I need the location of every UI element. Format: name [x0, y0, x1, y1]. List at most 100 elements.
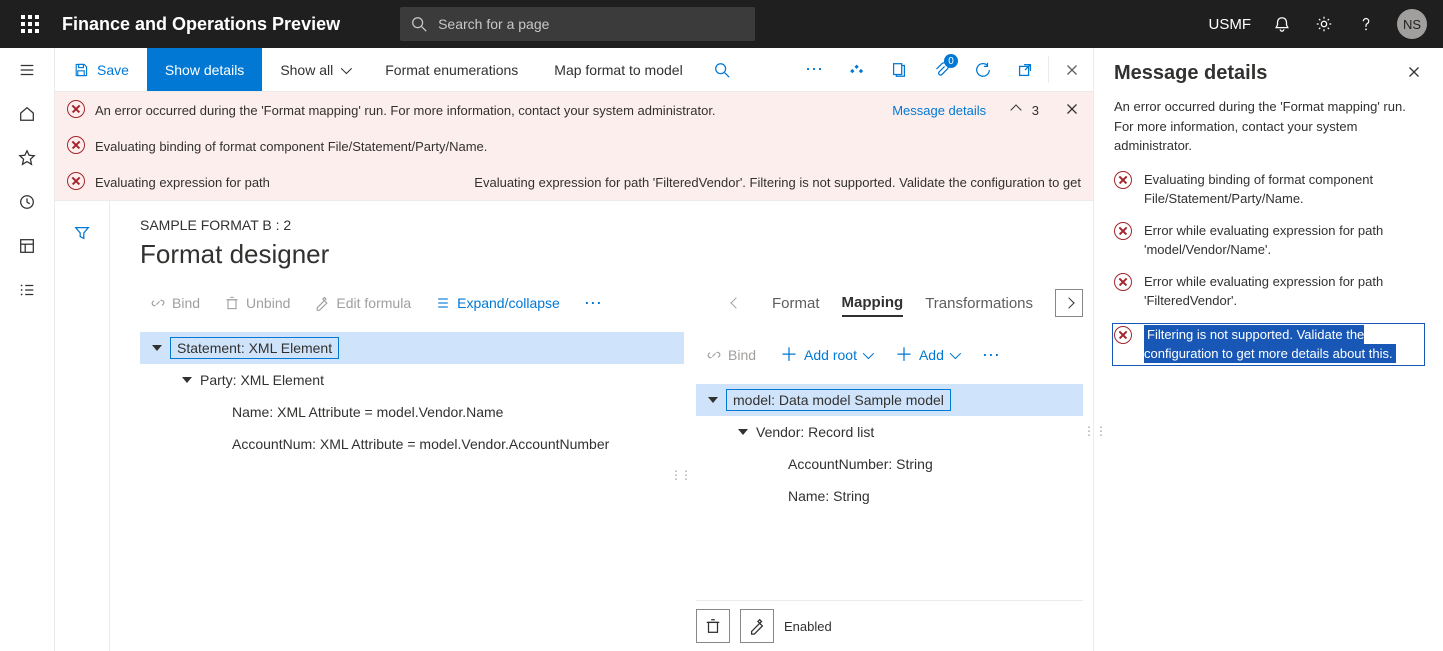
tab-nav-next-icon[interactable] — [1055, 289, 1083, 317]
tab-format[interactable]: Format — [772, 291, 820, 316]
workspaces-icon[interactable] — [0, 224, 55, 268]
recent-clock-icon[interactable] — [0, 180, 55, 224]
message-row-1: An error occurred during the 'Format map… — [55, 92, 1093, 128]
search-placeholder: Search for a page — [438, 16, 549, 32]
filter-funnel-icon[interactable] — [55, 211, 109, 255]
format-tree-pane: Bind Unbind Edit formula Expand/collapse… — [140, 284, 684, 651]
mapping-tabs-bar: Format Mapping Transformations — [696, 284, 1083, 322]
refresh-icon[interactable] — [962, 48, 1004, 91]
home-icon[interactable] — [0, 92, 55, 136]
tree-node-model[interactable]: model: Data model Sample model — [696, 384, 1083, 416]
search-in-form-icon[interactable] — [701, 48, 743, 91]
overflow-menu-icon[interactable]: ⋯ — [794, 48, 836, 91]
error-icon — [1114, 222, 1132, 246]
format-tree-toolbar: Bind Unbind Edit formula Expand/collapse… — [140, 284, 684, 322]
enabled-label: Enabled — [784, 619, 832, 634]
tab-nav-prev-icon[interactable] — [722, 289, 750, 317]
close-form-icon[interactable] — [1051, 48, 1093, 91]
mapping-pane: Format Mapping Transformations Bind ＋Add… — [696, 284, 1083, 651]
message-details-panel: Message details An error occurred during… — [1093, 48, 1443, 651]
breadcrumb: SAMPLE FORMAT B : 2 — [140, 217, 1063, 233]
tree-node-name[interactable]: Name: String — [696, 480, 1083, 512]
tree-node-vendor[interactable]: Vendor: Record list — [696, 416, 1083, 448]
filter-column — [55, 201, 110, 651]
app-title: Finance and Operations Preview — [62, 14, 340, 35]
format-tree: Statement: XML Element Party: XML Elemen… — [140, 322, 684, 470]
message-text-lead: Evaluating expression for path — [95, 175, 270, 190]
format-enumerations-button[interactable]: Format enumerations — [367, 48, 536, 91]
format-designer: SAMPLE FORMAT B : 2 Format designer Bind… — [110, 201, 1093, 651]
nav-rail — [0, 48, 55, 651]
model-tree: model: Data model Sample model Vendor: R… — [696, 374, 1083, 522]
save-button[interactable]: Save — [55, 48, 147, 91]
attachments-count: 0 — [944, 54, 958, 68]
chevron-down-icon — [341, 62, 352, 73]
details-title: Message details — [1114, 62, 1405, 85]
tree-node-name-attr[interactable]: Name: XML Attribute = model.Vendor.Name — [140, 396, 684, 428]
user-avatar[interactable]: NS — [1397, 9, 1427, 39]
bind-button[interactable]: Bind — [140, 287, 210, 319]
tab-transformations[interactable]: Transformations — [925, 291, 1033, 316]
chevron-down-icon — [863, 348, 874, 359]
error-icon — [67, 172, 85, 193]
edit-formula-button[interactable]: Edit formula — [304, 287, 421, 319]
attachments-icon[interactable]: 0 — [920, 48, 962, 91]
tree-node-accountnum-attr[interactable]: AccountNum: XML Attribute = model.Vendor… — [140, 428, 684, 460]
error-icon — [1114, 171, 1132, 195]
command-bar: Save Show details Show all Format enumer… — [55, 48, 1093, 92]
search-input[interactable]: Search for a page — [400, 7, 755, 41]
favorites-star-icon[interactable] — [0, 136, 55, 180]
bind-button-right[interactable]: Bind — [696, 339, 766, 371]
help-icon[interactable] — [1345, 0, 1387, 48]
app-launcher-icon[interactable] — [6, 0, 54, 48]
notifications-icon[interactable] — [1261, 0, 1303, 48]
tab-mapping[interactable]: Mapping — [842, 290, 904, 317]
message-text-trail: Evaluating expression for path 'Filtered… — [474, 175, 1081, 190]
message-text: Evaluating binding of format component F… — [95, 139, 487, 154]
edit-icon[interactable] — [740, 609, 774, 643]
more-actions-icon[interactable]: ⋯ — [972, 339, 1012, 371]
save-icon — [73, 62, 89, 78]
chevron-down-icon — [950, 348, 961, 359]
page-options-icon[interactable] — [878, 48, 920, 91]
page-title: Format designer — [140, 239, 1063, 270]
main-area: Save Show details Show all Format enumer… — [55, 48, 1093, 651]
tree-node-accountnumber[interactable]: AccountNumber: String — [696, 448, 1083, 480]
message-text: An error occurred during the 'Format map… — [95, 103, 716, 118]
top-header: Finance and Operations Preview Search fo… — [0, 0, 1443, 48]
panel-resize-handle[interactable]: ⋮⋮ — [1083, 284, 1093, 651]
unbind-button[interactable]: Unbind — [214, 287, 300, 319]
gear-icon[interactable] — [1303, 0, 1345, 48]
personalize-icon[interactable] — [836, 48, 878, 91]
mapping-toolbar: Bind ＋Add root ＋Add ⋯ — [696, 336, 1083, 374]
message-strip: An error occurred during the 'Format map… — [55, 92, 1093, 201]
show-all-button[interactable]: Show all — [262, 48, 367, 91]
search-icon — [410, 15, 428, 33]
tree-node-statement[interactable]: Statement: XML Element — [140, 332, 684, 364]
more-actions-icon[interactable]: ⋯ — [574, 287, 614, 319]
dismiss-messages-icon[interactable] — [1063, 100, 1081, 121]
message-row-3: Evaluating expression for path Evaluatin… — [55, 164, 1093, 200]
popout-icon[interactable] — [1004, 48, 1046, 91]
save-label: Save — [97, 62, 129, 78]
details-intro: An error occurred during the 'Format map… — [1114, 97, 1423, 156]
company-code[interactable]: USMF — [1199, 16, 1262, 33]
tree-node-party[interactable]: Party: XML Element — [140, 364, 684, 396]
delete-icon[interactable] — [696, 609, 730, 643]
message-details-link[interactable]: Message details — [892, 103, 986, 118]
property-bar: Enabled — [696, 600, 1083, 651]
hamburger-icon[interactable] — [0, 48, 55, 92]
detail-item: Error while evaluating expression for pa… — [1114, 221, 1423, 260]
modules-list-icon[interactable] — [0, 268, 55, 312]
expand-messages-button[interactable]: 3 — [1012, 103, 1039, 118]
add-button[interactable]: ＋Add — [885, 339, 968, 371]
close-details-icon[interactable] — [1405, 63, 1423, 84]
expand-collapse-button[interactable]: Expand/collapse — [425, 287, 570, 319]
add-root-button[interactable]: ＋Add root — [770, 339, 881, 371]
show-details-button[interactable]: Show details — [147, 48, 262, 91]
map-format-to-model-button[interactable]: Map format to model — [536, 48, 700, 91]
error-icon — [67, 100, 85, 121]
detail-item-selected[interactable]: Filtering is not supported. Validate the… — [1112, 323, 1425, 366]
pane-resize-handle[interactable]: ⋮⋮ — [670, 468, 690, 482]
error-icon — [1114, 273, 1132, 297]
